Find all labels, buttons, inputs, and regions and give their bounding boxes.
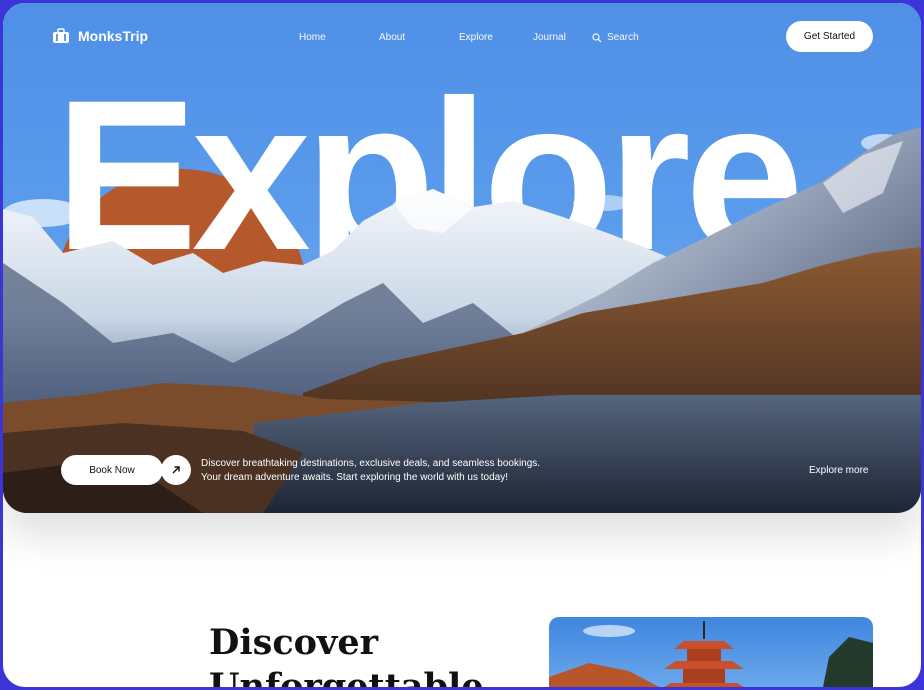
hero-description-line-1: Discover breathtaking destinations, excl… xyxy=(201,458,541,469)
search-label: Search xyxy=(607,32,639,43)
hero-section: Explore MonksTrip Home About Explore Jou… xyxy=(3,3,921,513)
nav-links: Home About Explore Journal Search xyxy=(3,32,921,48)
mountain-landscape xyxy=(3,127,921,513)
hero-description-line-2: Your dream adventure awaits. Start explo… xyxy=(201,472,509,483)
section-heading-line-2: Unforgettable xyxy=(209,666,484,687)
search-icon xyxy=(592,32,602,42)
section-heading-line-1: Discover xyxy=(209,622,379,663)
book-arrow-button[interactable] xyxy=(161,455,191,485)
arrow-up-right-icon xyxy=(172,466,180,474)
book-now-button[interactable]: Book Now xyxy=(61,455,163,485)
nav-journal[interactable]: Journal xyxy=(533,32,566,43)
pagoda-photo xyxy=(549,617,873,687)
section-heading: Discover Unforgettable xyxy=(209,621,484,687)
page-frame: Explore MonksTrip Home About Explore Jou… xyxy=(3,3,921,687)
top-navigation: MonksTrip Home About Explore Journal Sea… xyxy=(3,3,921,75)
get-started-button[interactable]: Get Started xyxy=(786,21,873,52)
nav-explore[interactable]: Explore xyxy=(459,32,493,43)
hero-description: Discover breathtaking destinations, excl… xyxy=(201,457,581,485)
pagoda-image xyxy=(549,621,873,687)
explore-more-link[interactable]: Explore more xyxy=(809,465,868,476)
nav-home[interactable]: Home xyxy=(299,32,326,43)
nav-search[interactable]: Search xyxy=(592,32,639,43)
nav-about[interactable]: About xyxy=(379,32,405,43)
